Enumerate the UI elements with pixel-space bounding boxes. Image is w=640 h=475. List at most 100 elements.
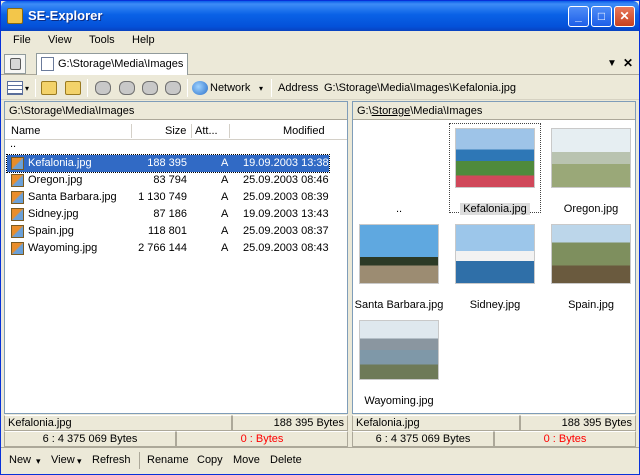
new-folder-icon[interactable] bbox=[41, 81, 57, 95]
table-row[interactable]: Kefalonia.jpg 188 395 A 19.09.2003 13:38 bbox=[6, 154, 330, 173]
table-row[interactable]: Santa Barbara.jpg 1 130 749 A 25.09.2003… bbox=[7, 189, 329, 206]
wayoming-photo bbox=[359, 320, 439, 380]
jpg-file-icon bbox=[11, 225, 24, 238]
sidney-photo bbox=[455, 224, 535, 284]
thumbnail-caption: .. bbox=[395, 203, 403, 215]
tab-images[interactable]: G:\Storage\Media\Images bbox=[36, 53, 188, 75]
thumbnail-item[interactable]: Spain.jpg bbox=[549, 224, 633, 311]
app-window: SE-Explorer _ □ ✕ File View Tools Help G… bbox=[0, 0, 640, 475]
file-modified: 19.09.2003 13:43 bbox=[243, 208, 329, 220]
table-row[interactable]: Oregon.jpg 83 794 A 25.09.2003 08:46 bbox=[7, 172, 329, 189]
right-path-bar[interactable]: G:\Storage\Media\Images bbox=[353, 102, 635, 120]
drive-e-icon[interactable] bbox=[119, 81, 135, 95]
file-attr: A bbox=[221, 242, 229, 254]
thumbnail-caption: Wayoming.jpg bbox=[364, 395, 434, 407]
drive-f-icon[interactable] bbox=[142, 81, 158, 95]
right-thumbnail-pane[interactable]: G:\Storage\Media\Images .. Kefalonia.jpg… bbox=[352, 101, 636, 414]
menu-tools[interactable]: Tools bbox=[89, 34, 115, 46]
thumbnail-caption: Sidney.jpg bbox=[469, 299, 521, 311]
status-total: 6 : 4 375 069 Bytes bbox=[352, 431, 494, 447]
file-size: 118 801 bbox=[148, 225, 187, 237]
column-size[interactable]: Size bbox=[165, 125, 186, 137]
status-filesize: 188 395 Bytes bbox=[520, 415, 636, 431]
network-button[interactable]: Network bbox=[210, 82, 250, 94]
minimize-button[interactable]: _ bbox=[568, 6, 589, 27]
menu-view[interactable]: View bbox=[48, 34, 72, 46]
file-modified: 25.09.2003 08:39 bbox=[243, 191, 329, 203]
tab-bar: G:\Storage\Media\Images ▼ ✕ bbox=[1, 51, 639, 75]
file-modified: 25.09.2003 08:37 bbox=[243, 225, 329, 237]
thumbnail-caption: Oregon.jpg bbox=[563, 203, 619, 215]
file-attr: A bbox=[221, 225, 229, 237]
column-header-row: Name Size Att... Modified bbox=[5, 122, 347, 140]
rename-button[interactable]: Rename bbox=[147, 454, 189, 466]
new-button[interactable]: New bbox=[9, 454, 31, 466]
close-button[interactable]: ✕ bbox=[614, 6, 635, 27]
file-attr: A bbox=[221, 208, 229, 220]
tab-label: G:\Storage\Media\Images bbox=[58, 58, 184, 70]
column-separator bbox=[131, 124, 132, 138]
view-mode-dropdown-arrow[interactable]: ▾ bbox=[25, 84, 29, 93]
delete-button[interactable]: Delete bbox=[270, 454, 302, 466]
thumbnail-parent[interactable]: .. bbox=[357, 128, 441, 215]
left-path-bar[interactable]: G:\Storage\Media\Images bbox=[5, 102, 347, 120]
thumbnail-caption: Kefalonia.jpg bbox=[443, 203, 547, 215]
column-modified[interactable]: Modified bbox=[283, 125, 325, 137]
network-icon[interactable] bbox=[192, 81, 208, 95]
move-button[interactable]: Move bbox=[233, 454, 260, 466]
column-attributes[interactable]: Att... bbox=[195, 125, 218, 137]
table-row[interactable]: Sidney.jpg 87 186 A 19.09.2003 13:43 bbox=[7, 206, 329, 223]
spain-photo bbox=[551, 224, 631, 284]
tab-close-button[interactable]: ✕ bbox=[623, 56, 633, 70]
view-mode-icon[interactable] bbox=[7, 81, 23, 95]
thumbnail-item[interactable]: Oregon.jpg bbox=[549, 128, 633, 215]
toolbar-separator bbox=[271, 79, 272, 97]
network-dropdown-arrow[interactable]: ▾ bbox=[259, 84, 263, 93]
toolbar-separator bbox=[87, 79, 88, 97]
left-status-bar: Kefalonia.jpg 188 395 Bytes bbox=[4, 415, 348, 431]
thumbnail-item[interactable]: Santa Barbara.jpg bbox=[355, 224, 443, 311]
status-selected: 0 : Bytes bbox=[494, 431, 636, 447]
jpg-file-icon bbox=[11, 174, 24, 187]
column-name[interactable]: Name bbox=[11, 125, 40, 137]
right-status-bar: Kefalonia.jpg 188 395 Bytes bbox=[352, 415, 636, 431]
path-rest[interactable]: \Media\Images bbox=[410, 105, 482, 117]
left-summary-bar: 6 : 4 375 069 Bytes 0 : Bytes bbox=[4, 431, 348, 447]
maximize-button[interactable]: □ bbox=[591, 6, 612, 27]
title-bar[interactable]: SE-Explorer _ □ ✕ bbox=[1, 1, 639, 31]
santa-barbara-photo bbox=[359, 224, 439, 284]
file-attr: A bbox=[221, 174, 229, 186]
gear-icon bbox=[10, 58, 21, 70]
address-label: Address bbox=[278, 82, 319, 94]
status-total: 6 : 4 375 069 Bytes bbox=[4, 431, 176, 447]
drive-c-icon[interactable] bbox=[95, 81, 111, 95]
up-folder-icon[interactable] bbox=[65, 81, 81, 95]
file-name: Sidney.jpg bbox=[28, 208, 79, 220]
oregon-photo bbox=[551, 128, 631, 188]
view-dropdown-arrow[interactable]: ▾ bbox=[77, 456, 82, 467]
table-row[interactable]: Spain.jpg 118 801 A 25.09.2003 08:37 bbox=[7, 223, 329, 240]
copy-button[interactable]: Copy bbox=[197, 454, 223, 466]
file-modified: 25.09.2003 08:46 bbox=[243, 174, 329, 186]
path-segment-storage[interactable]: Storage bbox=[372, 105, 411, 117]
file-name: Spain.jpg bbox=[28, 225, 74, 237]
table-row[interactable]: Wayoming.jpg 2 766 144 A 25.09.2003 08:4… bbox=[7, 240, 329, 257]
drive-g-icon[interactable] bbox=[165, 81, 181, 95]
file-attr: A bbox=[221, 191, 229, 203]
tab-list-dropdown[interactable]: ▼ bbox=[607, 58, 617, 69]
thumbnail-item[interactable]: Wayoming.jpg bbox=[357, 320, 441, 407]
parent-folder-row[interactable]: .. bbox=[10, 138, 16, 150]
file-name: Santa Barbara.jpg bbox=[28, 191, 117, 203]
menu-file[interactable]: File bbox=[13, 34, 31, 46]
left-file-pane[interactable]: G:\Storage\Media\Images Name Size Att...… bbox=[4, 101, 348, 414]
home-tab-button[interactable] bbox=[4, 54, 26, 74]
refresh-button[interactable]: Refresh bbox=[92, 454, 131, 466]
view-button[interactable]: View bbox=[51, 454, 75, 466]
thumbnail-item[interactable]: Kefalonia.jpg bbox=[449, 123, 541, 215]
thumbnail-item[interactable]: Sidney.jpg bbox=[453, 224, 537, 311]
menu-help[interactable]: Help bbox=[132, 34, 155, 46]
path-root[interactable]: G:\ bbox=[357, 105, 372, 117]
address-field[interactable]: G:\Storage\Media\Images\Kefalonia.jpg bbox=[324, 82, 516, 94]
command-bar: New ▾ View ▾ Refresh Rename Copy Move De… bbox=[1, 447, 639, 473]
new-dropdown-arrow[interactable]: ▾ bbox=[36, 456, 41, 467]
